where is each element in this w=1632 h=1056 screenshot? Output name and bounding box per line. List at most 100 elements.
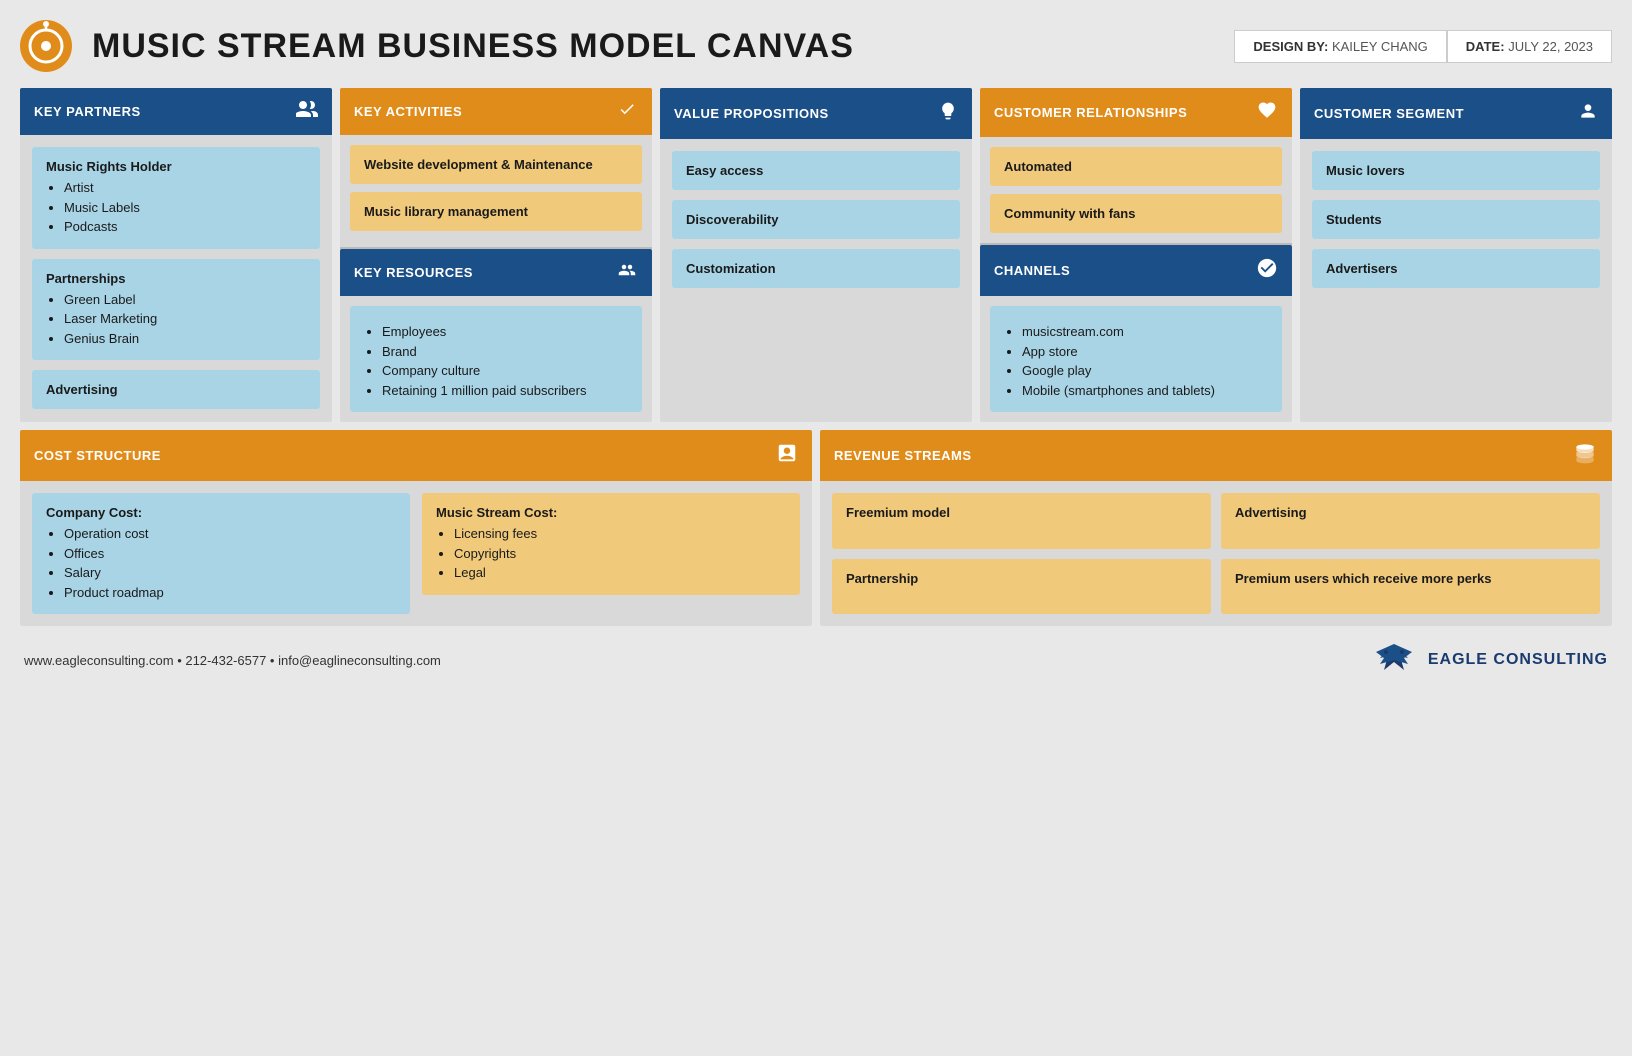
revenue-streams-title: REVENUE STREAMS bbox=[834, 448, 972, 463]
value-prop-card-2: Discoverability bbox=[672, 200, 960, 239]
revenue-card-premium: Premium users which receive more perks bbox=[1221, 559, 1600, 615]
list-item: Employees bbox=[382, 322, 628, 342]
top-section: KEY PARTNERS Music Rights Holder Artist … bbox=[20, 88, 1612, 422]
key-resources-icon bbox=[616, 261, 638, 284]
cost-structure-title: COST STRUCTURE bbox=[34, 448, 161, 463]
list-item: App store bbox=[1022, 342, 1268, 362]
key-partners-card-2-title: Partnerships bbox=[46, 271, 125, 286]
cost-company-list: Operation cost Offices Salary Product ro… bbox=[46, 524, 396, 602]
list-item: Copyrights bbox=[454, 544, 786, 564]
list-item: Legal bbox=[454, 563, 786, 583]
channels-icon bbox=[1256, 257, 1278, 284]
list-item: musicstream.com bbox=[1022, 322, 1268, 342]
cr-card-1: Automated bbox=[990, 147, 1282, 186]
footer: www.eagleconsulting.com • 212-432-6577 •… bbox=[20, 642, 1612, 678]
date-label: DATE: bbox=[1466, 39, 1505, 54]
revenue-streams-body: Freemium model Advertising Partnership P… bbox=[820, 481, 1612, 626]
key-partners-card-1: Music Rights Holder Artist Music Labels … bbox=[32, 147, 320, 249]
value-propositions-body: Easy access Discoverability Customizatio… bbox=[660, 139, 972, 422]
channels-card-1: musicstream.com App store Google play Mo… bbox=[990, 306, 1282, 412]
key-activities-card-1: Website development & Maintenance bbox=[350, 145, 642, 184]
cost-music-group: Music Stream Cost: Licensing fees Copyri… bbox=[422, 493, 800, 614]
eagle-icon bbox=[1370, 642, 1418, 678]
key-partners-card-2-list: Green Label Laser Marketing Genius Brain bbox=[46, 290, 306, 349]
value-prop-card-3: Customization bbox=[672, 249, 960, 288]
customer-segment-section: CUSTOMER SEGMENT Music lovers Students A… bbox=[1300, 88, 1612, 422]
canvas: KEY PARTNERS Music Rights Holder Artist … bbox=[20, 88, 1612, 626]
cost-structure-section: COST STRUCTURE Company Cost: Operation c… bbox=[20, 430, 812, 626]
header-meta: DESIGN BY: KAILEY CHANG DATE: JULY 22, 2… bbox=[1234, 30, 1612, 63]
revenue-partnership-title: Partnership bbox=[846, 571, 918, 586]
list-item: Green Label bbox=[64, 290, 306, 310]
cost-structure-icon bbox=[776, 442, 798, 469]
customer-segment-body: Music lovers Students Advertisers bbox=[1300, 139, 1612, 422]
key-partners-header: KEY PARTNERS bbox=[20, 88, 332, 135]
date-value: JULY 22, 2023 bbox=[1508, 39, 1593, 54]
cost-structure-header: COST STRUCTURE bbox=[20, 430, 812, 481]
key-resources-section: KEY RESOURCES Employees Brand Company cu… bbox=[340, 249, 652, 422]
key-partners-card-3-title: Advertising bbox=[46, 382, 118, 397]
footer-brand: EAGLE CONSULTING bbox=[1370, 642, 1608, 678]
key-partners-card-1-title: Music Rights Holder bbox=[46, 159, 172, 174]
cost-company-title: Company Cost: bbox=[46, 505, 142, 520]
cs-card-1-title: Music lovers bbox=[1326, 163, 1405, 178]
page: MUSIC STREAM BUSINESS MODEL CANVAS DESIG… bbox=[20, 20, 1612, 678]
design-label: DESIGN BY: bbox=[1253, 39, 1328, 54]
key-activities-title: KEY ACTIVITIES bbox=[354, 104, 462, 119]
key-partners-icon bbox=[296, 100, 318, 123]
cost-music-list: Licensing fees Copyrights Legal bbox=[436, 524, 786, 583]
footer-brand-name: EAGLE CONSULTING bbox=[1428, 651, 1608, 669]
revenue-card-partnership: Partnership bbox=[832, 559, 1211, 615]
key-resources-card-1: Employees Brand Company culture Retainin… bbox=[350, 306, 642, 412]
cs-card-3: Advertisers bbox=[1312, 249, 1600, 288]
page-title: MUSIC STREAM BUSINESS MODEL CANVAS bbox=[92, 27, 1214, 66]
revenue-card-advertising: Advertising bbox=[1221, 493, 1600, 549]
customer-segment-icon bbox=[1578, 100, 1598, 127]
revenue-streams-icon bbox=[1572, 442, 1598, 469]
cr-card-2-title: Community with fans bbox=[1004, 206, 1135, 221]
cost-company-card: Company Cost: Operation cost Offices Sal… bbox=[32, 493, 410, 614]
key-activities-header: KEY ACTIVITIES bbox=[340, 88, 652, 135]
key-partners-title: KEY PARTNERS bbox=[34, 104, 141, 119]
cr-card-2: Community with fans bbox=[990, 194, 1282, 233]
key-resources-list: Employees Brand Company culture Retainin… bbox=[364, 322, 628, 400]
channels-section: CHANNELS musicstream.com App store Googl… bbox=[980, 245, 1292, 422]
key-partners-body: Music Rights Holder Artist Music Labels … bbox=[20, 135, 332, 422]
activities-resources-col: KEY ACTIVITIES Website development & Mai… bbox=[340, 88, 652, 422]
list-item: Laser Marketing bbox=[64, 309, 306, 329]
list-item: Offices bbox=[64, 544, 396, 564]
revenue-freemium-title: Freemium model bbox=[846, 505, 950, 520]
value-propositions-header: VALUE PROPOSITIONS bbox=[660, 88, 972, 139]
cs-card-2-title: Students bbox=[1326, 212, 1382, 227]
channels-header: CHANNELS bbox=[980, 245, 1292, 296]
bottom-section: COST STRUCTURE Company Cost: Operation c… bbox=[20, 430, 1612, 626]
list-item: Mobile (smartphones and tablets) bbox=[1022, 381, 1268, 401]
key-activities-section: KEY ACTIVITIES Website development & Mai… bbox=[340, 88, 652, 247]
cs-card-2: Students bbox=[1312, 200, 1600, 239]
cost-music-title: Music Stream Cost: bbox=[436, 505, 557, 520]
customer-relationships-section: CUSTOMER RELATIONSHIPS Automated Communi… bbox=[980, 88, 1292, 243]
list-item: Company culture bbox=[382, 361, 628, 381]
design-value: KAILEY CHANG bbox=[1332, 39, 1428, 54]
key-activities-body: Website development & Maintenance Music … bbox=[340, 135, 652, 241]
cs-card-3-title: Advertisers bbox=[1326, 261, 1398, 276]
customer-relationships-icon bbox=[1256, 100, 1278, 125]
key-partners-card-3: Advertising bbox=[32, 370, 320, 409]
list-item: Licensing fees bbox=[454, 524, 786, 544]
header: MUSIC STREAM BUSINESS MODEL CANVAS DESIG… bbox=[20, 20, 1612, 72]
value-prop-3-title: Customization bbox=[686, 261, 776, 276]
channels-body: musicstream.com App store Google play Mo… bbox=[980, 296, 1292, 422]
cost-company-group: Company Cost: Operation cost Offices Sal… bbox=[32, 493, 410, 614]
cost-structure-body: Company Cost: Operation cost Offices Sal… bbox=[20, 481, 812, 626]
value-prop-2-title: Discoverability bbox=[686, 212, 779, 227]
revenue-premium-title: Premium users which receive more perks bbox=[1235, 571, 1492, 586]
revenue-streams-section: REVENUE STREAMS Freemium model bbox=[820, 430, 1612, 626]
revenue-advertising-title: Advertising bbox=[1235, 505, 1307, 520]
list-item: Genius Brain bbox=[64, 329, 306, 349]
customer-segment-header: CUSTOMER SEGMENT bbox=[1300, 88, 1612, 139]
list-item: Product roadmap bbox=[64, 583, 396, 603]
value-propositions-title: VALUE PROPOSITIONS bbox=[674, 106, 829, 121]
customer-relationships-title: CUSTOMER RELATIONSHIPS bbox=[994, 105, 1187, 120]
channels-title: CHANNELS bbox=[994, 263, 1070, 278]
list-item: Retaining 1 million paid subscribers bbox=[382, 381, 628, 401]
